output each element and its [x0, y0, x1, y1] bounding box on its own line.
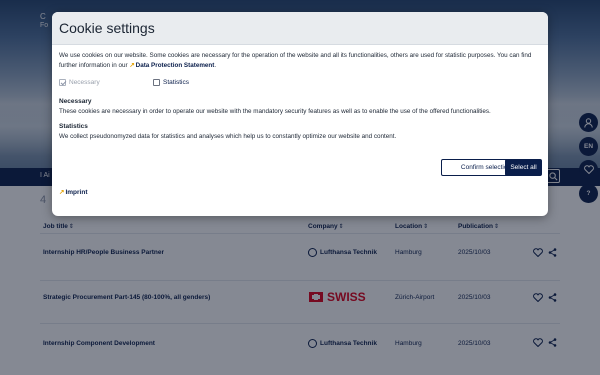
checkbox-label: Necessary — [69, 79, 100, 86]
imprint-link[interactable]: ↗Imprint — [59, 188, 87, 196]
section-title-necessary: Necessary — [59, 98, 92, 105]
dialog-title: Cookie settings — [59, 20, 155, 36]
necessary-checkbox — [59, 79, 66, 86]
dialog-header: Cookie settings — [52, 12, 548, 45]
checkbox-statistics[interactable]: Statistics — [153, 79, 189, 86]
section-title-statistics: Statistics — [59, 123, 88, 130]
arrow-icon: ↗ — [129, 62, 135, 69]
statistics-checkbox[interactable] — [153, 79, 160, 86]
cookie-settings-dialog: Cookie settings We use cookies on our we… — [52, 12, 548, 216]
intro-end: . — [214, 62, 217, 69]
arrow-icon: ↗ — [59, 189, 65, 196]
section-text-statistics: We collect pseudonomyzed data for statis… — [59, 133, 397, 140]
data-protection-link-label: Data Protection Statement — [135, 62, 215, 69]
section-text-necessary: These cookies are necessary in order to … — [59, 108, 491, 115]
cookie-intro: We use cookies on our website. Some cook… — [59, 51, 543, 71]
checkbox-necessary: Necessary — [59, 79, 100, 86]
select-all-button[interactable]: Select all — [505, 159, 542, 176]
data-protection-link[interactable]: ↗Data Protection Statement — [129, 62, 214, 69]
imprint-link-label: Imprint — [65, 189, 88, 196]
checkbox-label: Statistics — [163, 79, 190, 86]
